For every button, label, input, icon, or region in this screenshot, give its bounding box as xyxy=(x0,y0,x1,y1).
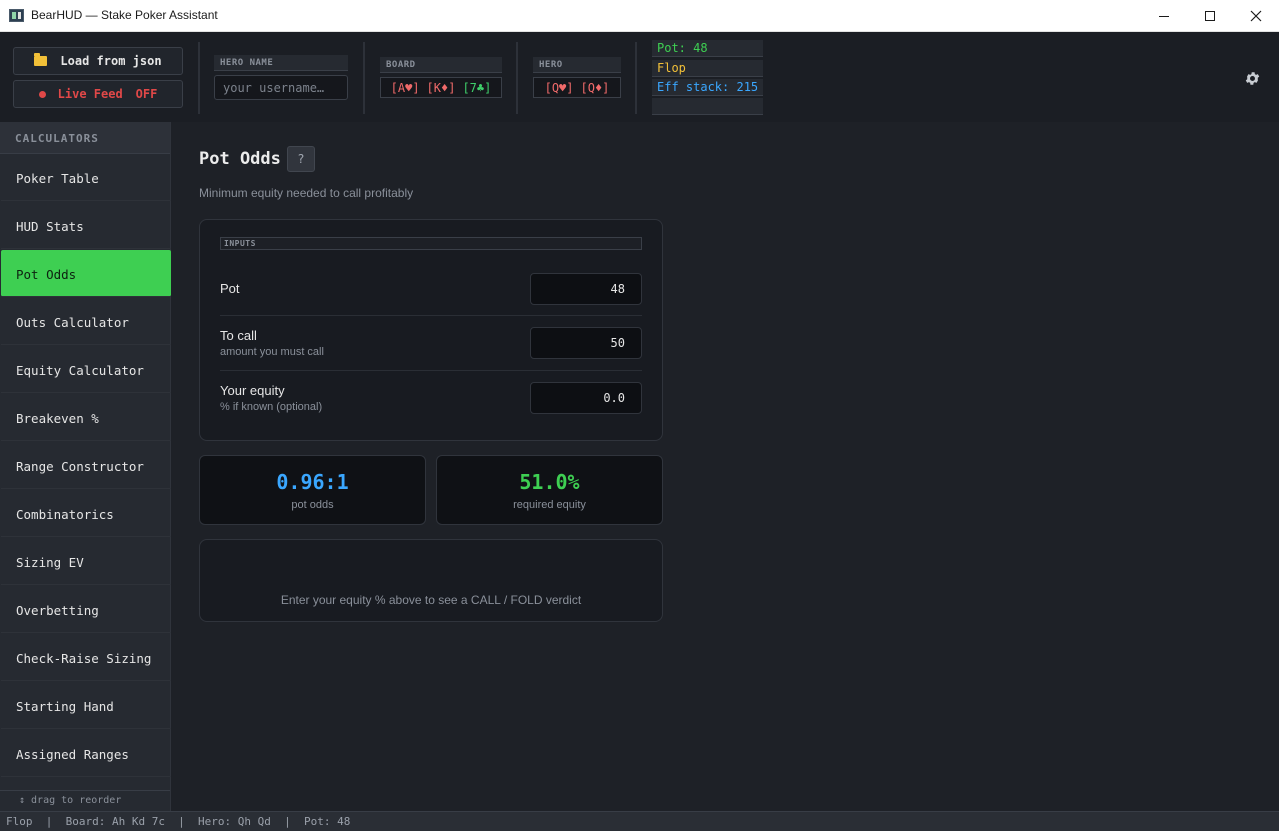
sidebar: CALCULATORS Poker Table HUD Stats Pot Od… xyxy=(0,122,171,811)
drag-hint: ↕ drag to reorder xyxy=(0,790,170,811)
status-bar: Flop | Board: Ah Kd 7c | Hero: Qh Qd | P… xyxy=(0,811,1279,831)
divider xyxy=(363,42,365,114)
sidebar-item-pot-odds[interactable]: Pot Odds xyxy=(1,250,171,297)
minimize-button[interactable] xyxy=(1141,0,1187,32)
sidebar-item-check-raise-sizing[interactable]: Check-Raise Sizing xyxy=(1,634,171,681)
inputs-section-label: INPUTS xyxy=(220,237,642,250)
pot-odds-result-card: 0.96:1 pot odds xyxy=(199,455,426,525)
eff-stack-info: Eff stack: 215 xyxy=(652,79,763,96)
minimize-icon xyxy=(1159,15,1169,17)
close-button[interactable] xyxy=(1233,0,1279,32)
to-call-label: To call xyxy=(220,328,257,343)
required-equity-caption: required equity xyxy=(513,499,586,511)
divider xyxy=(516,42,518,114)
close-icon xyxy=(1250,10,1262,22)
pot-row: Pot xyxy=(220,273,642,305)
maximize-button[interactable] xyxy=(1187,0,1233,32)
load-json-label: Load from json xyxy=(60,54,162,68)
hero-name-label: HERO NAME xyxy=(214,55,348,71)
app-icon xyxy=(9,9,24,22)
page-subtitle: Minimum equity needed to call profitably xyxy=(199,186,414,200)
page-title: Pot Odds xyxy=(199,149,281,169)
verdict-panel: Enter your equity % above to see a CALL … xyxy=(199,539,663,622)
divider xyxy=(198,42,200,114)
row-divider xyxy=(220,315,642,316)
sidebar-item-poker-table[interactable]: Poker Table xyxy=(1,154,171,201)
board-card-1: [A♥] xyxy=(390,80,420,95)
to-call-input[interactable] xyxy=(530,327,642,359)
verdict-text: Enter your equity % above to see a CALL … xyxy=(280,593,582,607)
sidebar-item-outs-calculator[interactable]: Outs Calculator xyxy=(1,298,171,345)
pot-info: Pot: 48 xyxy=(652,40,763,57)
info-empty-row xyxy=(652,98,763,115)
sidebar-item-hud-stats[interactable]: HUD Stats xyxy=(1,202,171,249)
sidebar-item-sizing-ev[interactable]: Sizing EV xyxy=(1,538,171,585)
live-feed-state: OFF xyxy=(135,87,158,101)
folder-icon xyxy=(34,53,48,66)
live-feed-label: Live Feed xyxy=(57,87,123,101)
load-json-button[interactable]: Load from json xyxy=(13,47,183,75)
sidebar-item-overbetting[interactable]: Overbetting xyxy=(1,586,171,633)
window-title: BearHUD — Stake Poker Assistant xyxy=(31,8,218,22)
to-call-row: To call amount you must call xyxy=(220,327,642,359)
sidebar-item-breakeven[interactable]: Breakeven % xyxy=(1,394,171,441)
hero-card-2: [Q♦] xyxy=(580,80,610,95)
to-call-hint: amount you must call xyxy=(220,346,324,358)
board-card-3: [7♣] xyxy=(462,80,492,95)
title-bar: BearHUD — Stake Poker Assistant xyxy=(0,0,1279,32)
pot-label: Pot xyxy=(220,281,240,296)
equity-input[interactable] xyxy=(530,382,642,414)
street-info: Flop xyxy=(652,60,763,77)
top-bar: Load from json Live Feed OFF HERO NAME B… xyxy=(0,32,1279,122)
inputs-panel: INPUTS Pot To call amount you must call … xyxy=(199,219,663,441)
live-feed-button[interactable]: Live Feed OFF xyxy=(13,80,183,108)
divider xyxy=(635,42,637,114)
hero-cards: [Q♥] [Q♦] xyxy=(533,77,621,98)
equity-label: Your equity xyxy=(220,383,285,398)
pot-odds-caption: pot odds xyxy=(291,499,334,511)
pot-input[interactable] xyxy=(530,273,642,305)
hero-label: HERO xyxy=(533,57,621,73)
board-cards: [A♥] [K♦] [7♣] xyxy=(380,77,502,98)
maximize-icon xyxy=(1205,11,1215,21)
sidebar-header: CALCULATORS xyxy=(0,122,170,154)
record-dot-icon xyxy=(38,90,46,98)
equity-row: Your equity % if known (optional) xyxy=(220,382,642,414)
gear-icon[interactable] xyxy=(1244,70,1261,87)
sidebar-item-assigned-ranges[interactable]: Assigned Ranges xyxy=(1,730,171,777)
sidebar-item-starting-hand[interactable]: Starting Hand xyxy=(1,682,171,729)
hero-card-1: [Q♥] xyxy=(544,80,574,95)
hero-name-input[interactable] xyxy=(214,75,348,100)
board-label: BOARD xyxy=(380,57,502,73)
sidebar-item-range-constructor[interactable]: Range Constructor xyxy=(1,442,171,489)
board-card-2: [K♦] xyxy=(426,80,456,95)
sidebar-item-equity-calculator[interactable]: Equity Calculator xyxy=(1,346,171,393)
row-divider xyxy=(220,370,642,371)
help-button[interactable]: ? xyxy=(287,146,315,172)
equity-hint: % if known (optional) xyxy=(220,401,323,413)
sidebar-item-combinatorics[interactable]: Combinatorics xyxy=(1,490,171,537)
required-equity-value: 51.0% xyxy=(519,470,580,494)
pot-odds-value: 0.96:1 xyxy=(276,470,349,494)
required-equity-result-card: 51.0% required equity xyxy=(436,455,663,525)
